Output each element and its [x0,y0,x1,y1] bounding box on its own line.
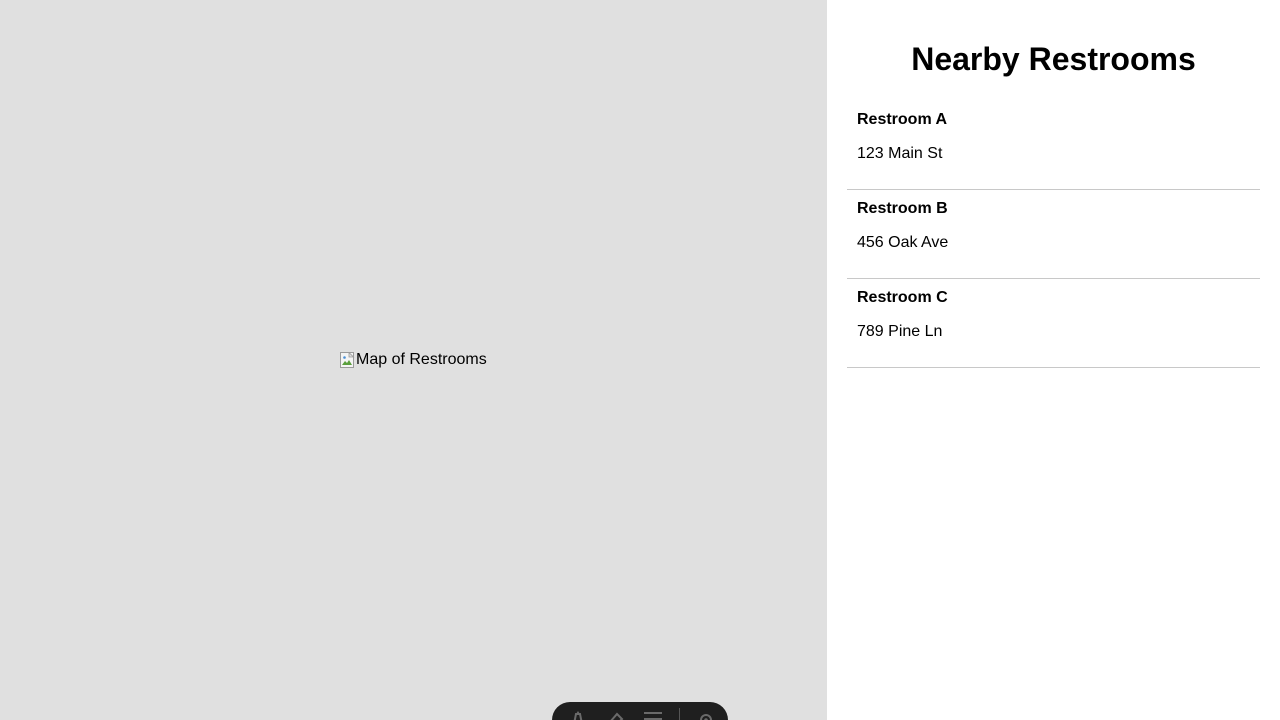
page-title: Nearby Restrooms [911,41,1196,77]
restroom-name: Restroom A [857,111,948,128]
menu-icon [643,710,663,720]
map-pane[interactable]: Map of Restrooms [0,0,827,720]
floating-toolbar [552,702,728,720]
eraser-tool-button[interactable] [604,710,628,720]
pen-icon [570,710,586,720]
restroom-list-item[interactable]: Restroom B 456 Oak Ave [847,190,1260,279]
restroom-sidebar: Nearby Restrooms Restroom A 123 Main St … [827,0,1280,720]
restroom-list: Restroom A 123 Main St Restroom B 456 Oa… [847,101,1260,368]
broken-image-icon [340,351,356,368]
restroom-address: 123 Main St [857,145,943,162]
settings-icon [697,710,715,720]
toolbar-divider [679,708,681,720]
pen-tool-button[interactable] [566,710,590,720]
restroom-list-item[interactable]: Restroom A 123 Main St [847,101,1260,190]
settings-button[interactable] [694,710,718,720]
restroom-address: 456 Oak Ave [857,234,949,251]
restroom-list-item[interactable]: Restroom C 789 Pine Ln [847,279,1260,368]
restroom-name: Restroom C [857,289,948,306]
map-image-alt-text: Map of Restrooms [356,351,487,368]
app-root: Map of Restrooms Nearby Restrooms Restro… [0,0,1280,720]
eraser-icon [607,710,625,720]
map-image[interactable]: Map of Restrooms [340,350,487,369]
menu-button[interactable] [642,710,666,720]
restroom-name: Restroom B [857,200,948,217]
restroom-address: 789 Pine Ln [857,323,943,340]
